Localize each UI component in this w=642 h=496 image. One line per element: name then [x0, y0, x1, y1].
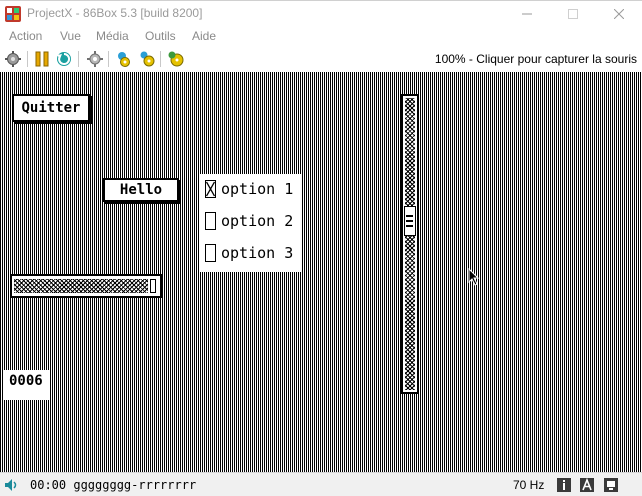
toolbar-separator — [160, 51, 161, 67]
mouse-capture-status: 100% - Cliquer pour capturer la souris — [434, 52, 637, 66]
menu-outils[interactable]: Outils — [145, 29, 176, 43]
maximize-button[interactable] — [550, 1, 596, 27]
counter-value: 0006 — [9, 373, 43, 389]
option-label: option 2 — [221, 212, 294, 230]
add-media-icon[interactable] — [168, 51, 184, 67]
checkbox-checked[interactable] — [205, 180, 216, 198]
quit-button[interactable]: Quitter — [12, 94, 90, 122]
checkbox-unchecked[interactable] — [205, 212, 216, 230]
letter-a-icon[interactable] — [579, 477, 595, 493]
hard-reset-icon[interactable] — [56, 51, 72, 67]
title-bar: ProjectX - 86Box 5.3 [build 8200] — [0, 0, 642, 26]
horizontal-slider[interactable] — [10, 274, 162, 298]
emulated-screen[interactable]: Quitter Hello option 1 option 2 option 3… — [0, 72, 642, 472]
toolbar-separator — [78, 51, 79, 67]
status-bar: 00:00 gggggggg-rrrrrrrr 70 Hz — [0, 472, 642, 496]
minimize-button[interactable] — [504, 1, 550, 27]
menu-action[interactable]: Action — [9, 29, 42, 43]
toolbar-separator — [27, 51, 28, 67]
vertical-scrollbar[interactable] — [401, 94, 419, 394]
network-icon[interactable] — [603, 477, 619, 493]
checkbox-option-3[interactable]: option 3 — [203, 240, 299, 266]
toolbar: 100% - Cliquer pour capturer la souris — [0, 46, 642, 72]
checkbox-unchecked[interactable] — [205, 244, 216, 262]
scrollbar-thumb[interactable] — [404, 206, 416, 236]
maximize-icon — [568, 9, 578, 19]
mouse-cursor-icon — [468, 267, 480, 291]
pause-icon[interactable] — [34, 51, 50, 67]
option-label: option 3 — [221, 244, 294, 262]
checkbox-option-1[interactable]: option 1 — [203, 176, 299, 202]
settings-gear-icon[interactable] — [87, 51, 103, 67]
slider-thumb[interactable] — [150, 279, 156, 293]
counter-display: 0006 — [4, 370, 50, 400]
minimize-icon — [522, 13, 532, 15]
scrollbar-track — [405, 98, 415, 390]
option-label: option 1 — [221, 180, 294, 198]
sound-icon[interactable] — [116, 51, 132, 67]
info-icon[interactable] — [556, 477, 572, 493]
close-button[interactable] — [596, 1, 642, 27]
status-clock-text: 00:00 gggggggg-rrrrrrrr — [30, 478, 197, 492]
options-panel: option 1 option 2 option 3 — [200, 174, 302, 272]
ctrl-alt-del-icon[interactable] — [5, 51, 21, 67]
86box-app-icon[interactable] — [5, 6, 21, 22]
checkbox-option-2[interactable]: option 2 — [203, 208, 299, 234]
check-x-icon — [206, 181, 215, 197]
slider-track — [14, 279, 148, 293]
hello-button[interactable]: Hello — [103, 178, 179, 202]
menu-vue[interactable]: Vue — [60, 29, 81, 43]
screen-background — [0, 72, 642, 472]
close-icon — [614, 9, 624, 19]
media-icon[interactable] — [139, 51, 155, 67]
menu-aide[interactable]: Aide — [192, 29, 216, 43]
speaker-icon[interactable] — [3, 477, 19, 493]
window-title: ProjectX - 86Box 5.3 [build 8200] — [27, 6, 203, 20]
toolbar-separator — [108, 51, 109, 67]
menu-bar: Action Vue Média Outils Aide — [0, 26, 642, 46]
menu-media[interactable]: Média — [96, 29, 129, 43]
refresh-rate: 70 Hz — [513, 478, 545, 492]
